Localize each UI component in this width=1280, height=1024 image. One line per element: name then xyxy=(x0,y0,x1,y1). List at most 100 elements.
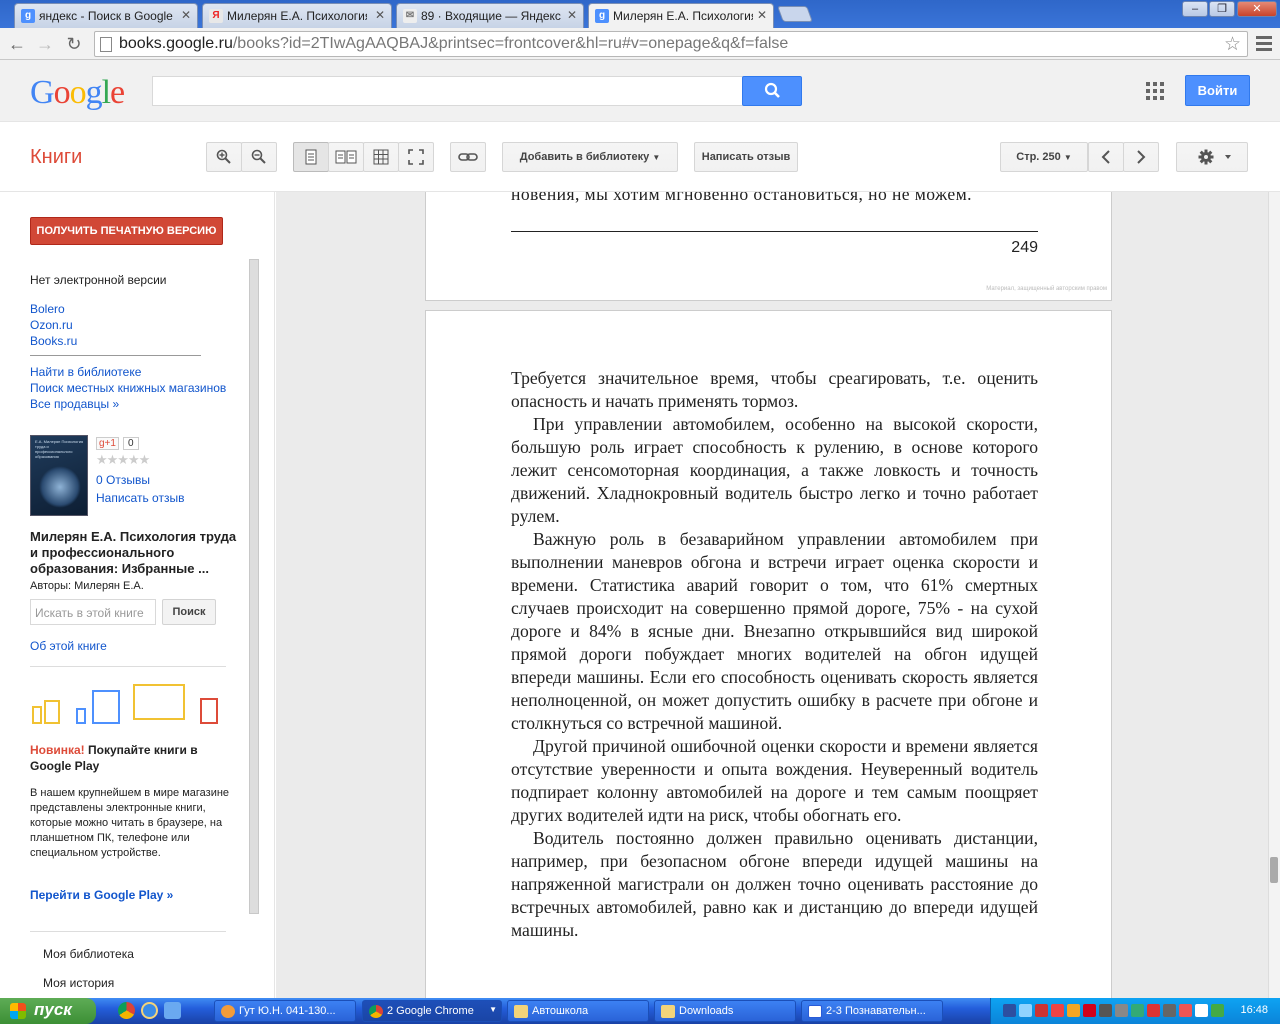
minimize-button[interactable]: – xyxy=(1182,1,1208,17)
thumbnail-view-button[interactable] xyxy=(363,142,399,172)
taskbar-item[interactable]: 2-3 Познавательн... xyxy=(801,1000,943,1022)
back-arrow-icon[interactable]: ← xyxy=(6,33,28,55)
reload-icon[interactable]: ↻ xyxy=(63,33,85,55)
seller-link-ozon[interactable]: Ozon.ru xyxy=(30,318,73,332)
apps-grid-icon[interactable] xyxy=(1146,82,1164,100)
new-tab-button[interactable] xyxy=(777,6,813,22)
mail-envelope-icon: ✉ xyxy=(403,9,417,23)
taskbar-item-label: Гут Ю.Н. 041-130... xyxy=(239,1005,336,1017)
zoom-in-button[interactable] xyxy=(206,142,242,172)
start-label: пуск xyxy=(34,1000,72,1019)
phone-icon xyxy=(32,706,42,724)
about-book-link[interactable]: Об этой книге xyxy=(30,639,107,653)
close-tab-icon[interactable]: ✕ xyxy=(181,8,191,22)
tray-icon[interactable] xyxy=(1115,1004,1128,1017)
books-section-title[interactable]: Книги xyxy=(30,146,82,169)
paragraph: Другой причиной ошибочной оценки скорост… xyxy=(511,736,1038,825)
seller-link-bolero[interactable]: Bolero xyxy=(30,302,65,316)
my-history-link[interactable]: Моя история xyxy=(43,976,114,990)
sidebar-scrollbar[interactable] xyxy=(249,259,259,914)
write-review-button[interactable]: Написать отзыв xyxy=(694,142,798,172)
book-cover-image[interactable]: Е.А. Милерян Психология труда и професси… xyxy=(30,435,88,516)
google-search-button[interactable] xyxy=(742,76,802,106)
play-promo-text: В нашем крупнейшем в мире магазине предс… xyxy=(30,787,230,859)
page-selector[interactable]: Стр. 250 ▼ xyxy=(1000,142,1088,172)
reviews-link[interactable]: 0 Отзывы xyxy=(96,473,150,487)
taskbar-item[interactable]: Downloads xyxy=(654,1000,796,1022)
close-tab-icon[interactable]: ✕ xyxy=(567,8,577,22)
browser-tab[interactable]: g яндекс - Поиск в Google ✕ xyxy=(14,3,198,28)
plus-one-button[interactable]: g+1 xyxy=(96,437,119,450)
signin-button[interactable]: Войти xyxy=(1185,75,1250,106)
chevron-left-icon xyxy=(1101,150,1110,164)
tray-icon[interactable] xyxy=(1147,1004,1160,1017)
tray-icon[interactable] xyxy=(1163,1004,1176,1017)
link-button[interactable] xyxy=(450,142,486,172)
chrome-menu-icon[interactable] xyxy=(1256,33,1272,53)
tablet-icon xyxy=(44,700,60,724)
next-page-button[interactable] xyxy=(1123,142,1159,172)
tray-icon[interactable] xyxy=(1019,1004,1032,1017)
single-page-view-button[interactable] xyxy=(293,142,329,172)
windows-flag-icon xyxy=(10,1003,26,1019)
network-icon[interactable] xyxy=(1211,1004,1224,1017)
local-bookstores-link[interactable]: Поиск местных книжных магазинов xyxy=(30,381,226,395)
taskbar-item-active[interactable]: 2 Google Chrome ▼ xyxy=(362,1000,502,1022)
tab-title: Милерян Е.А. Психология т xyxy=(613,9,753,23)
get-print-version-button[interactable]: ПОЛУЧИТЬ ПЕЧАТНУЮ ВЕРСИЮ xyxy=(30,217,223,245)
chrome-icon[interactable] xyxy=(118,1002,135,1019)
zoom-out-icon xyxy=(251,149,266,164)
browser-tab-active[interactable]: g Милерян Е.А. Психология т ✕ xyxy=(588,3,774,28)
maximize-button[interactable]: ❐ xyxy=(1209,1,1235,17)
google-g-icon: g xyxy=(21,9,35,23)
tray-icon[interactable] xyxy=(1099,1004,1112,1017)
forward-arrow-icon[interactable]: → xyxy=(34,33,56,55)
book-authors: Авторы: Милерян Е.А. xyxy=(30,580,144,592)
close-tab-icon[interactable]: ✕ xyxy=(375,8,385,22)
google-play-link[interactable]: Перейти в Google Play » xyxy=(30,888,173,902)
google-logo[interactable]: Google xyxy=(30,74,125,112)
settings-button[interactable] xyxy=(1176,142,1248,172)
find-in-library-link[interactable]: Найти в библиотеке xyxy=(30,365,141,379)
close-window-button[interactable]: ✕ xyxy=(1237,1,1277,17)
bookmark-star-icon[interactable]: ☆ xyxy=(1224,33,1241,56)
page-selector-label: Стр. 250 xyxy=(1016,151,1061,163)
monitor-icon xyxy=(133,684,185,720)
taskbar-item[interactable]: Гут Ю.Н. 041-130... xyxy=(214,1000,356,1022)
close-tab-icon[interactable]: ✕ xyxy=(757,8,767,22)
zoom-out-button[interactable] xyxy=(241,142,277,172)
address-bar[interactable]: books.google.ru/books?id=2TIwAgAAQBAJ&pr… xyxy=(94,31,1248,57)
tray-icon[interactable] xyxy=(1051,1004,1064,1017)
tray-icon[interactable] xyxy=(1003,1004,1016,1017)
seller-link-books[interactable]: Books.ru xyxy=(30,334,77,348)
previous-page-button[interactable] xyxy=(1088,142,1124,172)
tray-icon[interactable] xyxy=(1131,1004,1144,1017)
scrollbar-thumb[interactable] xyxy=(1270,857,1278,883)
search-in-book-input[interactable]: Искать в этой книге xyxy=(30,599,156,625)
tray-icon[interactable] xyxy=(1067,1004,1080,1017)
internet-explorer-icon[interactable] xyxy=(141,1002,158,1019)
fullscreen-button[interactable] xyxy=(398,142,434,172)
browser-tab[interactable]: Я Милерян Е.А. Психология т ✕ xyxy=(202,3,392,28)
taskbar-item-label: Автошкола xyxy=(532,1005,589,1017)
taskbar-item[interactable]: Автошкола xyxy=(507,1000,649,1022)
my-library-link[interactable]: Моя библиотека xyxy=(43,947,134,961)
google-search-input[interactable] xyxy=(152,76,744,106)
windows-taskbar: пуск Гут Ю.Н. 041-130... 2 Google Chrome… xyxy=(0,998,1280,1024)
quicklaunch-icon[interactable] xyxy=(164,1002,181,1019)
tray-icon[interactable] xyxy=(1035,1004,1048,1017)
two-page-view-button[interactable] xyxy=(328,142,364,172)
paragraph: Важную роль в безаварийном управлении ав… xyxy=(511,529,1038,733)
search-in-book-button[interactable]: Поиск xyxy=(162,599,216,625)
tray-icon[interactable] xyxy=(1083,1004,1096,1017)
tray-icon[interactable] xyxy=(1179,1004,1192,1017)
cover-illustration xyxy=(39,466,81,508)
browser-tab[interactable]: ✉ 89 · Входящие — Яндекс.П ✕ xyxy=(396,3,584,28)
fullscreen-icon xyxy=(408,149,424,165)
volume-icon[interactable] xyxy=(1195,1004,1208,1017)
add-to-library-button[interactable]: Добавить в библиотеку ▼ xyxy=(502,142,678,172)
all-sellers-link[interactable]: Все продавцы » xyxy=(30,397,119,411)
start-button[interactable]: пуск xyxy=(0,998,96,1024)
tab-title: 89 · Входящие — Яндекс.П xyxy=(421,9,561,23)
write-review-link[interactable]: Написать отзыв xyxy=(96,491,184,505)
